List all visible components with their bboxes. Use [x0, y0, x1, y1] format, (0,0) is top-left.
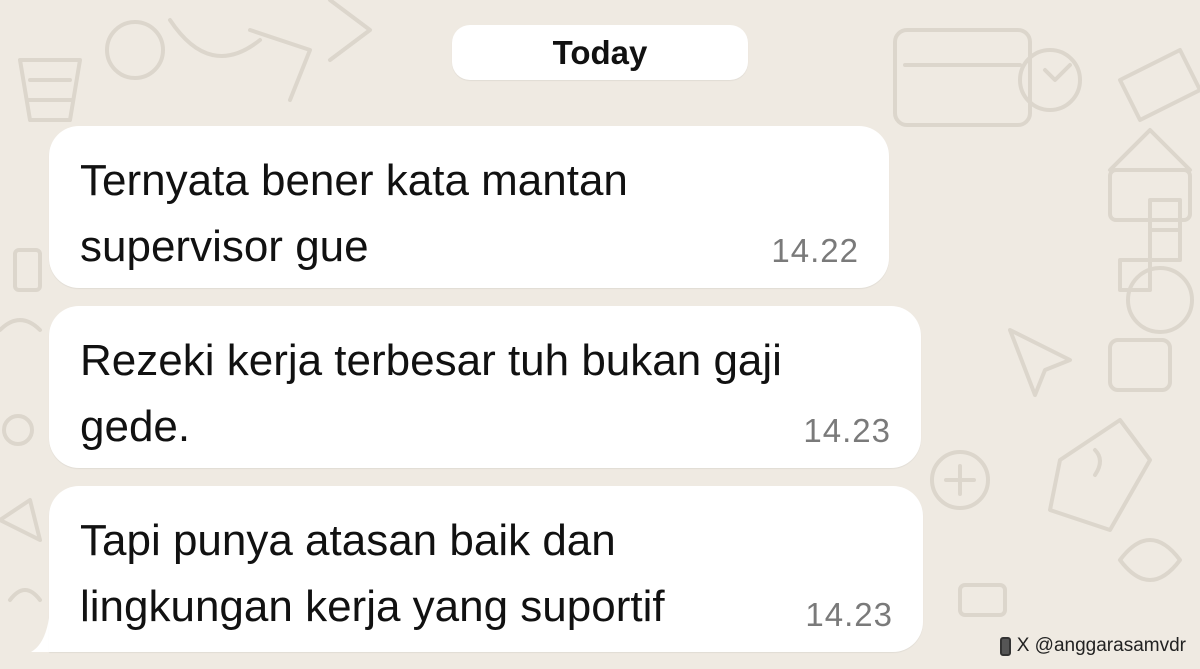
- message-line: Ternyata bener kata mantan: [80, 156, 628, 205]
- message-line: lingkungan kerja yang suportif: [80, 582, 665, 631]
- message-text: Rezeki kerja terbesar tuh bukan gaji ged…: [80, 328, 782, 460]
- message-line: Tapi punya atasan baik dan: [80, 516, 616, 565]
- message-timestamp: 14.23: [803, 412, 891, 449]
- message-line: supervisor gue: [80, 222, 369, 271]
- message-line: gede.: [80, 402, 191, 451]
- message-bubble[interactable]: Rezeki kerja terbesar tuh bukan gaji ged…: [49, 306, 921, 468]
- message-line: Rezeki kerja terbesar tuh bukan gaji: [80, 336, 782, 385]
- phone-icon: [999, 636, 1011, 656]
- message-bubble[interactable]: Tapi punya atasan baik dan lingkungan ke…: [49, 486, 923, 652]
- message-text: Tapi punya atasan baik dan lingkungan ke…: [80, 508, 665, 640]
- message-text: Ternyata bener kata mantan supervisor gu…: [80, 148, 628, 280]
- message-timestamp: 14.22: [771, 232, 859, 269]
- credit-text: X @anggarasamvdr: [1016, 635, 1186, 656]
- message-timestamp: 14.23: [805, 596, 893, 633]
- date-separator: Today: [452, 25, 748, 80]
- watermark-credit: X @anggarasamvdr: [999, 635, 1186, 657]
- date-label: Today: [552, 33, 648, 71]
- message-bubble[interactable]: Ternyata bener kata mantan supervisor gu…: [49, 126, 889, 288]
